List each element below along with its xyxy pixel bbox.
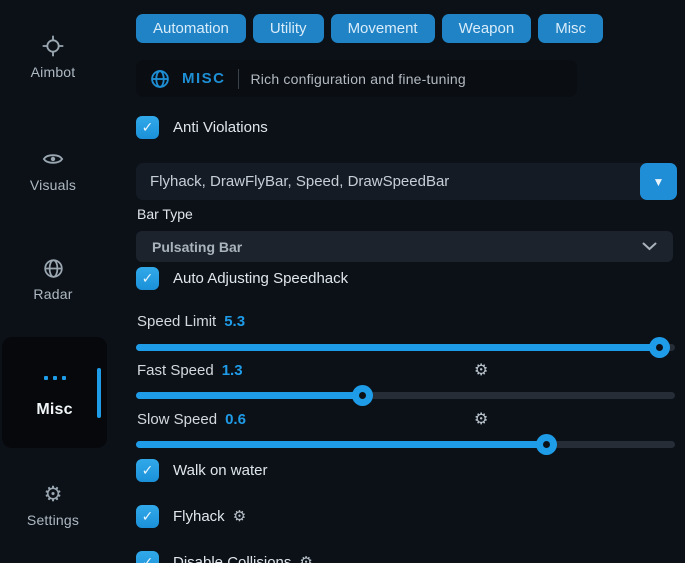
sidebar-item-label: Visuals bbox=[30, 177, 76, 193]
auto-adjusting-speedhack-row: ✓ Auto Adjusting Speedhack bbox=[136, 267, 348, 290]
flyhack-row: ✓ Flyhack ⚙ bbox=[136, 505, 246, 528]
globe-icon bbox=[150, 69, 170, 89]
ellipsis-icon bbox=[44, 367, 66, 389]
check-icon: ✓ bbox=[142, 509, 154, 525]
walk-on-water-checkbox[interactable]: ✓ bbox=[136, 459, 159, 482]
mod-menu-window: Aimbot Visuals Radar Mi bbox=[0, 0, 685, 563]
slider-label: Speed Limit bbox=[137, 313, 216, 330]
bar-type-label: Bar Type bbox=[137, 206, 193, 222]
tab-utility[interactable]: Utility bbox=[253, 14, 324, 43]
feature-multiselect[interactable]: Flyhack, DrawFlyBar, Speed, DrawSpeedBar… bbox=[136, 163, 677, 200]
checkbox-label: Walk on water bbox=[173, 462, 267, 479]
slider-value: 1.3 bbox=[222, 362, 243, 379]
flyhack-checkbox[interactable]: ✓ bbox=[136, 505, 159, 528]
tab-weapon[interactable]: Weapon bbox=[442, 14, 532, 43]
multiselect-dropdown-button[interactable]: ▼ bbox=[640, 163, 677, 200]
sidebar-item-settings[interactable]: ⚙ Settings bbox=[0, 483, 106, 528]
active-indicator-bar bbox=[97, 368, 101, 418]
slider-fill bbox=[136, 441, 546, 448]
sidebar-item-label: Misc bbox=[36, 401, 72, 419]
slow-speed-slider[interactable] bbox=[136, 434, 675, 455]
gear-icon: ⚙ bbox=[42, 483, 64, 505]
section-title: MISC bbox=[182, 70, 226, 87]
select-value: Pulsating Bar bbox=[152, 239, 242, 255]
sidebar-item-visuals[interactable]: Visuals bbox=[0, 148, 106, 193]
slider-handle[interactable] bbox=[649, 337, 670, 358]
check-icon: ✓ bbox=[142, 463, 154, 479]
triangle-down-icon: ▼ bbox=[653, 175, 665, 189]
anti-violations-checkbox[interactable]: ✓ bbox=[136, 116, 159, 139]
tab-misc[interactable]: Misc bbox=[538, 14, 603, 43]
divider bbox=[238, 69, 239, 89]
sidebar-item-label: Settings bbox=[27, 512, 79, 528]
category-tabs: Automation Utility Movement Weapon Misc bbox=[136, 14, 603, 43]
bar-type-select[interactable]: Pulsating Bar bbox=[136, 231, 673, 262]
speed-limit-label-row: Speed Limit 5.3 bbox=[137, 313, 245, 330]
sidebar-item-label: Aimbot bbox=[31, 64, 76, 80]
slider-fill bbox=[136, 392, 362, 399]
sidebar-item-radar[interactable]: Radar bbox=[0, 257, 106, 302]
slider-label: Fast Speed bbox=[137, 362, 214, 379]
crosshair-icon bbox=[42, 35, 64, 57]
sidebar-item-label: Radar bbox=[33, 286, 72, 302]
sidebar-item-misc[interactable]: Misc bbox=[2, 337, 107, 448]
globe-icon bbox=[42, 257, 64, 279]
disable-collisions-row: ✓ Disable Collisions ⚙ bbox=[136, 551, 313, 563]
slider-value: 5.3 bbox=[224, 313, 245, 330]
gear-icon[interactable]: ⚙ bbox=[474, 360, 488, 379]
chevron-down-icon bbox=[642, 242, 657, 251]
slow-speed-label-row: Slow Speed 0.6 ⚙ bbox=[137, 411, 246, 428]
multiselect-value: Flyhack, DrawFlyBar, Speed, DrawSpeedBar bbox=[150, 173, 449, 190]
slider-handle[interactable] bbox=[536, 434, 557, 455]
checkbox-label: Anti Violations bbox=[173, 119, 268, 136]
check-icon: ✓ bbox=[142, 120, 154, 136]
walk-on-water-row: ✓ Walk on water bbox=[136, 459, 267, 482]
auto-adjusting-speedhack-checkbox[interactable]: ✓ bbox=[136, 267, 159, 290]
checkbox-label: Auto Adjusting Speedhack bbox=[173, 270, 348, 287]
section-subtitle: Rich configuration and fine-tuning bbox=[251, 71, 466, 87]
check-icon: ✓ bbox=[142, 555, 154, 563]
speed-limit-slider[interactable] bbox=[136, 337, 675, 358]
sidebar: Aimbot Visuals Radar Mi bbox=[0, 0, 130, 563]
gear-icon[interactable]: ⚙ bbox=[233, 509, 246, 524]
slider-handle[interactable] bbox=[352, 385, 373, 406]
fast-speed-slider[interactable] bbox=[136, 385, 675, 406]
main-panel: Automation Utility Movement Weapon Misc … bbox=[136, 0, 677, 563]
slider-label: Slow Speed bbox=[137, 411, 217, 428]
gear-icon[interactable]: ⚙ bbox=[299, 555, 312, 563]
checkbox-label: Disable Collisions bbox=[173, 554, 291, 563]
anti-violations-row: ✓ Anti Violations bbox=[136, 116, 268, 139]
fast-speed-label-row: Fast Speed 1.3 ⚙ bbox=[137, 362, 243, 379]
sidebar-item-aimbot[interactable]: Aimbot bbox=[0, 35, 106, 80]
slider-value: 0.6 bbox=[225, 411, 246, 428]
gear-icon[interactable]: ⚙ bbox=[474, 409, 488, 428]
slider-fill bbox=[136, 344, 659, 351]
tab-movement[interactable]: Movement bbox=[331, 14, 435, 43]
tab-automation[interactable]: Automation bbox=[136, 14, 246, 43]
checkbox-label: Flyhack bbox=[173, 508, 225, 525]
disable-collisions-checkbox[interactable]: ✓ bbox=[136, 551, 159, 563]
eye-icon bbox=[42, 148, 64, 170]
section-banner: MISC Rich configuration and fine-tuning bbox=[136, 60, 577, 97]
check-icon: ✓ bbox=[142, 271, 154, 287]
